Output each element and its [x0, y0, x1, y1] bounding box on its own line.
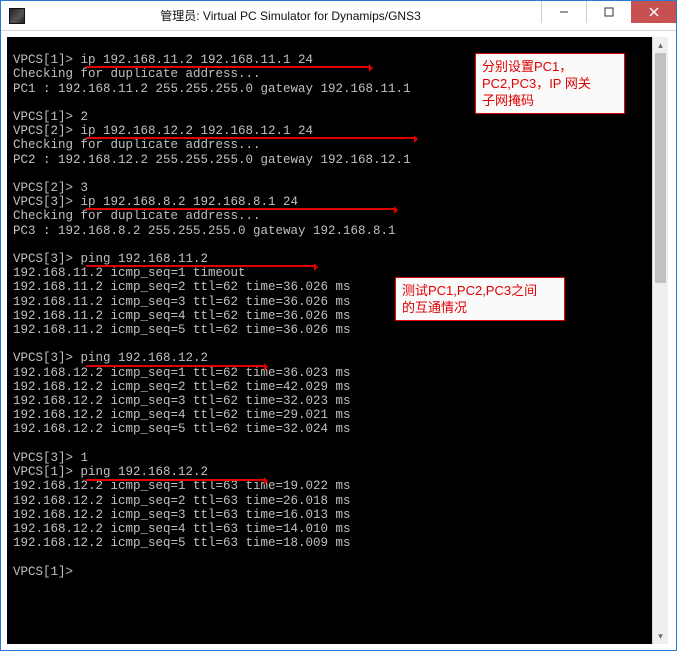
- terminal-line: 192.168.12.2 icmp_seq=1 ttl=63 time=19.0…: [13, 479, 646, 493]
- close-button[interactable]: [631, 1, 676, 23]
- terminal-line: 192.168.12.2 icmp_seq=2 ttl=62 time=42.0…: [13, 380, 646, 394]
- terminal-line: 192.168.12.2 icmp_seq=5 ttl=62 time=32.0…: [13, 422, 646, 436]
- terminal-output[interactable]: VPCS[1]> ip 192.168.11.2 192.168.11.1 24…: [7, 37, 652, 644]
- terminal-line: 192.168.11.2 icmp_seq=5 ttl=62 time=36.0…: [13, 323, 646, 337]
- arrow-line: [86, 365, 266, 367]
- terminal-line: [13, 167, 646, 181]
- arrow-line: [86, 137, 416, 139]
- terminal-line: VPCS[3]> 1: [13, 451, 646, 465]
- terminal-line: [13, 337, 646, 351]
- arrow-line: [86, 265, 316, 267]
- terminal-line: VPCS[1]> ping 192.168.12.2: [13, 465, 646, 479]
- terminal-line: VPCS[1]>: [13, 565, 646, 579]
- terminal-line: Checking for duplicate address...: [13, 209, 646, 223]
- app-icon: [9, 8, 25, 24]
- minimize-icon: [559, 7, 569, 17]
- terminal-line: VPCS[3]> ping 192.168.12.2: [13, 351, 646, 365]
- terminal-line: 192.168.12.2 icmp_seq=1 ttl=62 time=36.0…: [13, 366, 646, 380]
- scrollbar-track[interactable]: [653, 53, 668, 628]
- terminal-container: VPCS[1]> ip 192.168.11.2 192.168.11.1 24…: [7, 37, 668, 644]
- window-title: 管理员: Virtual PC Simulator for Dynamips/G…: [25, 7, 556, 24]
- terminal-line: 192.168.12.2 icmp_seq=3 ttl=63 time=16.0…: [13, 508, 646, 522]
- scrollbar-thumb[interactable]: [655, 53, 666, 283]
- close-icon: [649, 7, 659, 17]
- terminal-line: PC2 : 192.168.12.2 255.255.255.0 gateway…: [13, 153, 646, 167]
- maximize-icon: [604, 7, 614, 17]
- chevron-up-icon: ▴: [658, 40, 663, 51]
- terminal-line: 192.168.12.2 icmp_seq=4 ttl=63 time=14.0…: [13, 522, 646, 536]
- arrow-line: [86, 66, 371, 68]
- maximize-button[interactable]: [586, 1, 631, 23]
- arrow-line: [86, 208, 396, 210]
- chevron-down-icon: ▾: [658, 631, 663, 642]
- window-body: VPCS[1]> ip 192.168.11.2 192.168.11.1 24…: [1, 31, 676, 650]
- window-titlebar: 管理员: Virtual PC Simulator for Dynamips/G…: [1, 1, 676, 31]
- minimize-button[interactable]: [541, 1, 586, 23]
- terminal-line: Checking for duplicate address...: [13, 138, 646, 152]
- terminal-line: 192.168.12.2 icmp_seq=2 ttl=63 time=26.0…: [13, 494, 646, 508]
- annotation-setup: 分别设置PC1， PC2,PC3，IP 网关 子网掩码: [475, 53, 625, 114]
- window-controls: [541, 1, 676, 23]
- terminal-scrollbar[interactable]: ▴ ▾: [652, 37, 668, 644]
- arrow-line: [86, 479, 266, 481]
- terminal-line: 192.168.12.2 icmp_seq=5 ttl=63 time=18.0…: [13, 536, 646, 550]
- terminal-line: VPCS[2]> 3: [13, 181, 646, 195]
- annotation-ping: 测试PC1,PC2,PC3之间 的互通情况: [395, 277, 565, 321]
- scroll-down-button[interactable]: ▾: [653, 628, 668, 644]
- terminal-line: [13, 39, 646, 53]
- scroll-up-button[interactable]: ▴: [653, 37, 668, 53]
- terminal-line: 192.168.12.2 icmp_seq=3 ttl=62 time=32.0…: [13, 394, 646, 408]
- terminal-line: PC3 : 192.168.8.2 255.255.255.0 gateway …: [13, 224, 646, 238]
- terminal-line: 192.168.12.2 icmp_seq=4 ttl=62 time=29.0…: [13, 408, 646, 422]
- terminal-line: [13, 238, 646, 252]
- terminal-line: [13, 437, 646, 451]
- terminal-line: [13, 550, 646, 564]
